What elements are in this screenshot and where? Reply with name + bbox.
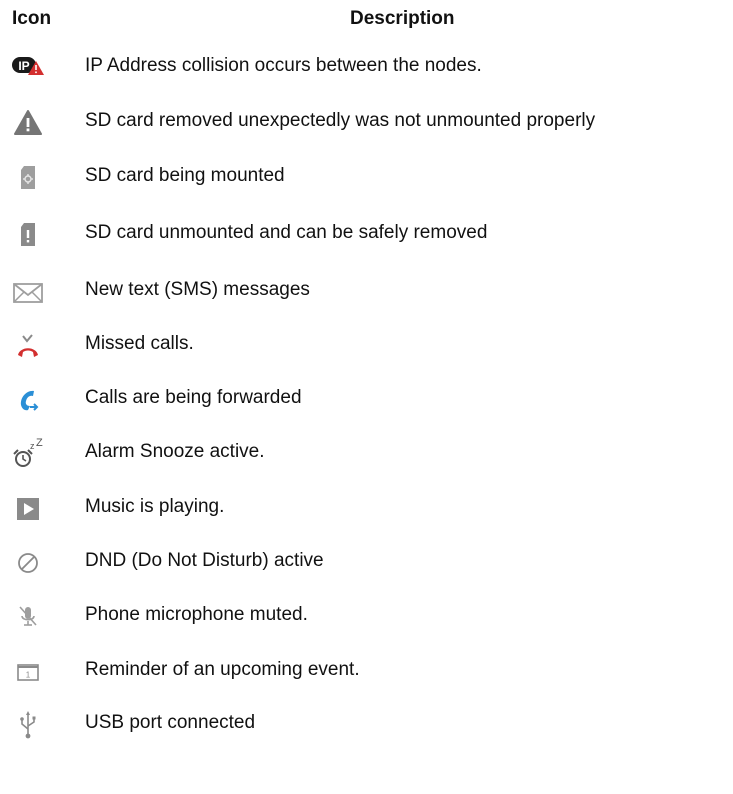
table-row: SD card unmounted and can be safely remo… — [0, 211, 733, 261]
table-row: SD card being mounted — [0, 154, 733, 204]
table-row: New text (SMS) messages — [0, 268, 733, 318]
row-description: Reminder of an upcoming event. — [85, 659, 360, 680]
table-row: 1 Reminder of an upcoming event. — [0, 648, 733, 698]
table-header: Icon Description — [0, 0, 733, 40]
row-description: SD card removed unexpectedly was not unm… — [85, 110, 596, 131]
table-row: Phone microphone muted. — [0, 593, 733, 643]
table-row: SD card removed unexpectedly was not unm… — [0, 99, 733, 149]
play-icon — [10, 491, 46, 527]
row-description: Music is playing. — [85, 496, 225, 517]
table-row: USB port connected — [0, 701, 733, 751]
row-description: Calls are being forwarded — [85, 387, 302, 408]
mic-muted-icon — [10, 599, 46, 635]
svg-text:Z: Z — [36, 437, 43, 449]
table-row: Calls are being forwarded — [0, 376, 733, 426]
row-description: IP Address collision occurs between the … — [85, 55, 482, 76]
do-not-disturb-icon — [10, 545, 46, 581]
calendar-icon: 1 — [10, 654, 46, 690]
table-row: IP IP Address collision occurs between t… — [0, 44, 733, 94]
usb-icon — [10, 707, 46, 743]
row-description: New text (SMS) messages — [85, 279, 310, 300]
svg-text:1: 1 — [26, 671, 31, 680]
alarm-snooze-icon: z Z — [10, 436, 46, 472]
icon-description-table: Icon Description IP IP Address collision… — [0, 0, 733, 739]
sd-card-mounting-icon — [10, 160, 46, 196]
ip-collision-icon: IP — [10, 50, 46, 86]
svg-text:z: z — [30, 441, 35, 451]
row-description: Alarm Snooze active. — [85, 441, 265, 462]
envelope-icon — [10, 274, 46, 310]
row-description: Missed calls. — [85, 333, 194, 354]
svg-text:IP: IP — [18, 59, 29, 73]
row-description: DND (Do Not Disturb) active — [85, 550, 324, 571]
description-column-header: Description — [350, 8, 455, 29]
table-row: Music is playing. — [0, 485, 733, 535]
row-description: Phone microphone muted. — [85, 604, 308, 625]
sd-card-unmounted-icon — [10, 217, 46, 253]
missed-call-icon — [10, 328, 46, 364]
row-description: SD card being mounted — [85, 165, 285, 186]
row-description: SD card unmounted and can be safely remo… — [85, 222, 488, 243]
table-row: z Z Alarm Snooze active. — [0, 430, 733, 480]
icon-column-header: Icon — [12, 8, 52, 29]
call-forward-icon — [10, 382, 46, 418]
row-description: USB port connected — [85, 712, 256, 733]
table-row: Missed calls. — [0, 322, 733, 372]
warning-icon — [10, 105, 46, 141]
table-row: DND (Do Not Disturb) active — [0, 539, 733, 589]
